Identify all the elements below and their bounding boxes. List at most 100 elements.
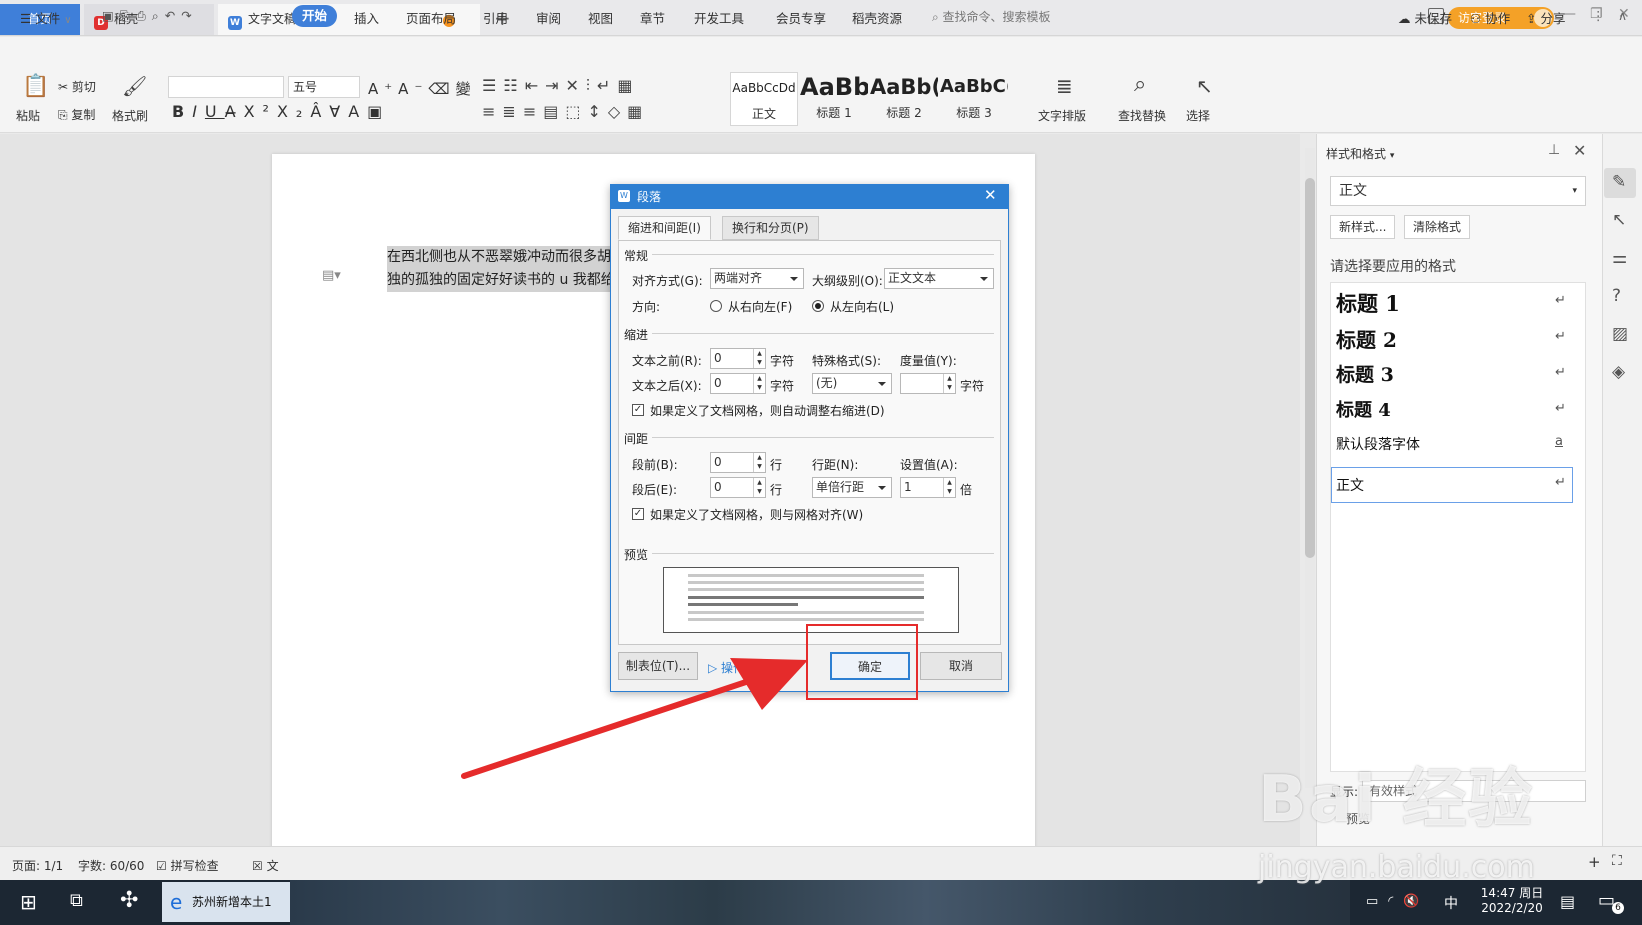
- task-view-icon[interactable]: ⧉: [70, 890, 83, 911]
- spinner-icon[interactable]: ▲ ▼: [753, 374, 765, 393]
- unsaved-status[interactable]: ☁ 未保存: [1398, 8, 1452, 27]
- font-grow-shrink-icons[interactable]: A⁺A⁻⌫變: [368, 78, 477, 99]
- return-icon: ↵: [1555, 401, 1566, 416]
- grid-align-checkbox[interactable]: ✓: [632, 508, 644, 520]
- menu-references[interactable]: 引用: [483, 8, 508, 27]
- windows-start-icon[interactable]: ⊞: [20, 890, 37, 914]
- preview-line: [688, 618, 924, 621]
- tab-line-page-break[interactable]: 换行和分页(P): [722, 216, 819, 240]
- ltr-radio[interactable]: [812, 300, 824, 312]
- tab-indent-spacing[interactable]: 缩进和间距(I): [618, 216, 711, 240]
- list-icons[interactable]: ☰☷⇤⇥✕⫶↵▦: [482, 76, 639, 96]
- word-count[interactable]: 字数: 60/60: [78, 857, 144, 874]
- pen-icon[interactable]: ✎: [1612, 172, 1626, 192]
- scrollbar-thumb[interactable]: [1305, 178, 1315, 558]
- new-style-button[interactable]: 新样式...: [1330, 215, 1396, 239]
- cut-button[interactable]: ✂ 剪切: [58, 78, 96, 95]
- document-text[interactable]: 在西北侧也从不恶翠娥冲动而很多胡适 独的孤独的固定好好读书的 u 我都给你: [387, 246, 617, 292]
- spinner-icon[interactable]: ▲ ▼: [943, 374, 955, 393]
- more-icon[interactable]: ⋮: [1592, 8, 1605, 23]
- font-format-icons[interactable]: BIUA̶X²X₂ÂⱯA▣: [172, 102, 390, 121]
- tray-icons[interactable]: ▭◜🔇: [1366, 894, 1430, 909]
- style-heading3[interactable]: AaBbC(标题 3: [940, 72, 1008, 126]
- styles-panel-title[interactable]: 样式和格式 ▾: [1326, 145, 1394, 162]
- style-heading2[interactable]: AaBb(标题 2: [870, 72, 938, 126]
- app-logo-icon[interactable]: ✣: [120, 888, 138, 913]
- format-painter-button[interactable]: 格式刷: [112, 107, 148, 124]
- align-select[interactable]: 两端对齐: [710, 268, 804, 289]
- notes-icon[interactable]: ▤: [1560, 892, 1575, 911]
- copy-button[interactable]: ⎘ 复制: [58, 106, 95, 123]
- doc-check[interactable]: ☒ 文: [252, 857, 279, 874]
- align-icons[interactable]: ≡≣≡▤⬚↕◇▦: [482, 102, 649, 121]
- measure-input[interactable]: ▲ ▼: [900, 373, 956, 394]
- zoom-in-icon[interactable]: +: [1588, 853, 1601, 871]
- style-item-heading3[interactable]: 标题 3: [1336, 360, 1394, 387]
- after-text-input[interactable]: 0 ▲ ▼: [710, 373, 766, 394]
- before-text-input[interactable]: 0 ▲ ▼: [710, 348, 766, 369]
- collapse-ribbon-icon[interactable]: ∧: [1618, 8, 1627, 23]
- style-item-heading4[interactable]: 标题 4: [1336, 396, 1391, 422]
- outline-select[interactable]: 正文文本: [884, 268, 994, 289]
- fullscreen-icon[interactable]: ⛶: [1612, 853, 1622, 869]
- collaborate-button[interactable]: ⚇ 协作: [1470, 8, 1510, 27]
- char-style-icon: a: [1555, 434, 1563, 449]
- ime-indicator[interactable]: 中: [1444, 893, 1458, 913]
- dialog-close-icon[interactable]: ✕: [984, 186, 997, 204]
- find-replace-button[interactable]: 查找替换: [1118, 107, 1166, 124]
- menu-member[interactable]: 会员专享: [776, 8, 826, 27]
- menu-developer[interactable]: 开发工具: [694, 8, 744, 27]
- spinner-icon[interactable]: ▲ ▼: [753, 349, 765, 368]
- rtl-radio[interactable]: [710, 300, 722, 312]
- set-value-input[interactable]: 1 ▲ ▼: [900, 477, 956, 498]
- clock[interactable]: 14:47 周日 2022/2/20: [1472, 884, 1552, 915]
- paste-button[interactable]: 粘贴: [16, 107, 40, 124]
- line-spacing-select[interactable]: 单倍行距: [812, 477, 892, 498]
- style-item-heading1[interactable]: 标题 1: [1336, 288, 1400, 318]
- menu-daoke-resources[interactable]: 稻壳资源: [852, 8, 902, 27]
- paragraph-marker-icon[interactable]: ▤▾: [322, 268, 341, 283]
- help-icon[interactable]: ?: [1612, 286, 1621, 306]
- style-item-heading2[interactable]: 标题 2: [1336, 324, 1397, 353]
- menu-start[interactable]: 开始: [292, 5, 338, 27]
- font-size-combo[interactable]: 五号: [288, 76, 360, 98]
- style-item-default-font[interactable]: 默认段落字体: [1336, 434, 1420, 454]
- close-panel-icon[interactable]: ✕: [1573, 141, 1586, 160]
- pointer-icon[interactable]: ↖: [1612, 210, 1626, 230]
- image-icon[interactable]: ▨: [1612, 324, 1628, 344]
- font-name-combo[interactable]: [168, 76, 284, 98]
- file-menu[interactable]: ☰ 文件 ∨: [20, 8, 72, 27]
- select-button[interactable]: 选择: [1186, 107, 1210, 124]
- quick-access-icons[interactable]: ▣⎘⎙⌕↶↷: [102, 8, 198, 24]
- spinner-icon[interactable]: ▲ ▼: [753, 478, 765, 497]
- clear-format-button[interactable]: 清除格式: [1404, 215, 1471, 239]
- share-button[interactable]: ⇪ 分享: [1526, 8, 1565, 27]
- cancel-button[interactable]: 取消: [920, 652, 1002, 680]
- taskbar-ie-window[interactable]: e 苏州新增本土1: [162, 882, 290, 922]
- dialog-title-bar[interactable]: W 段落: [611, 185, 1008, 209]
- style-item-normal[interactable]: 正文: [1336, 475, 1364, 495]
- spinner-icon[interactable]: ▲ ▼: [943, 478, 955, 497]
- pin-icon[interactable]: ⊥: [1548, 142, 1560, 158]
- before-input[interactable]: 0 ▲ ▼: [710, 452, 766, 473]
- spinner-icon[interactable]: ▲ ▼: [753, 453, 765, 472]
- style-heading1[interactable]: AaBb 标题 1: [800, 72, 868, 126]
- compass-icon[interactable]: ◈: [1612, 362, 1625, 382]
- menu-review[interactable]: 审阅: [536, 8, 561, 27]
- writer-logo-icon: W: [618, 190, 630, 202]
- outline-label: 大纲级别(O):: [812, 274, 883, 288]
- spell-check[interactable]: ☑ 拼写检查: [156, 857, 219, 874]
- preview-line: [688, 581, 924, 584]
- after-input[interactable]: 0 ▲ ▼: [710, 477, 766, 498]
- menu-page-layout[interactable]: 页面布局: [406, 8, 456, 27]
- style-normal[interactable]: AaBbCcDd 正文: [730, 72, 798, 126]
- auto-indent-checkbox[interactable]: ✓: [632, 404, 644, 416]
- menu-view[interactable]: 视图: [588, 8, 613, 27]
- menu-chapter[interactable]: 章节: [640, 8, 665, 27]
- menu-insert[interactable]: 插入: [354, 8, 379, 27]
- text-layout-button[interactable]: 文字排版: [1038, 107, 1086, 124]
- special-format-select[interactable]: (无): [812, 373, 892, 394]
- command-search[interactable]: ⌕ 查找命令、搜索模板: [932, 8, 1051, 25]
- sliders-icon[interactable]: ⚌: [1612, 248, 1627, 268]
- current-style-select[interactable]: 正文 ▾: [1330, 176, 1586, 206]
